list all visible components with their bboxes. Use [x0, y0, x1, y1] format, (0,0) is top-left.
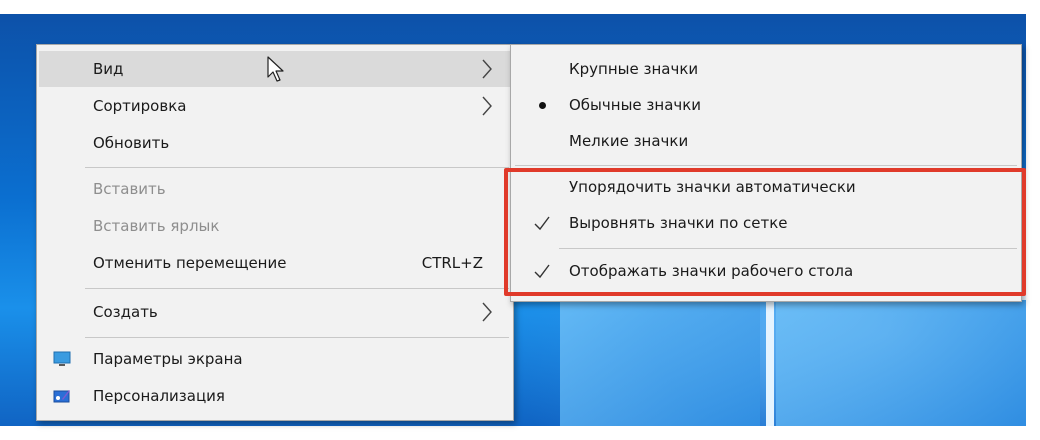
mouse-pointer-icon — [267, 56, 284, 82]
menu-item-paste-shortcut[interactable]: Вставить ярлык — [39, 208, 511, 244]
menu-item-refresh[interactable]: Обновить — [39, 125, 511, 161]
screenshot-border — [1026, 0, 1040, 440]
chevron-right-icon — [482, 96, 492, 116]
menu-item-label: Вставить — [93, 180, 166, 198]
menu-item-undo-move[interactable]: Отменить перемещение CTRL+Z — [39, 245, 511, 281]
menu-separator — [515, 165, 1017, 166]
bullet-icon — [533, 96, 551, 114]
menu-item-label: Параметры экрана — [93, 350, 243, 368]
chevron-right-icon — [482, 302, 492, 322]
menu-item-personalization[interactable]: Персонализация — [39, 378, 511, 414]
submenu-item-small-icons[interactable]: Мелкие значки — [513, 123, 1019, 159]
screenshot-border — [0, 0, 1040, 14]
menu-item-label: Сортировка — [93, 97, 187, 115]
submenu-item-label: Обычные значки — [569, 96, 702, 114]
submenu-item-label: Крупные значки — [569, 60, 699, 78]
wallpaper-window-pane — [776, 300, 1026, 440]
menu-item-paste[interactable]: Вставить — [39, 171, 511, 207]
wallpaper-window-pane — [560, 300, 760, 440]
menu-item-label: Вставить ярлык — [93, 217, 220, 235]
menu-item-label: Обновить — [93, 134, 170, 152]
menu-item-label: Вид — [93, 60, 124, 78]
highlight-annotation — [504, 168, 1026, 296]
menu-item-sort[interactable]: Сортировка — [39, 88, 511, 124]
personalization-icon — [53, 390, 70, 403]
menu-item-new[interactable]: Создать — [39, 294, 511, 330]
menu-separator — [85, 167, 509, 168]
display-settings-icon — [53, 351, 71, 366]
menu-item-label: Создать — [93, 303, 158, 321]
menu-item-display-settings[interactable]: Параметры экрана — [39, 341, 511, 377]
menu-item-shortcut: CTRL+Z — [421, 254, 483, 272]
submenu-item-label: Мелкие значки — [569, 132, 689, 150]
submenu-item-large-icons[interactable]: Крупные значки — [513, 51, 1019, 87]
wallpaper-pane-divider — [766, 300, 774, 440]
menu-separator — [85, 337, 509, 338]
chevron-right-icon — [482, 59, 492, 79]
menu-separator — [85, 288, 509, 289]
menu-item-label: Отменить перемещение — [93, 254, 287, 272]
submenu-item-medium-icons[interactable]: Обычные значки — [513, 87, 1019, 123]
desktop-context-menu: Вид Сортировка Обновить Вставить Вставит… — [36, 44, 514, 421]
screenshot-border — [0, 426, 1040, 440]
menu-item-label: Персонализация — [93, 387, 225, 405]
